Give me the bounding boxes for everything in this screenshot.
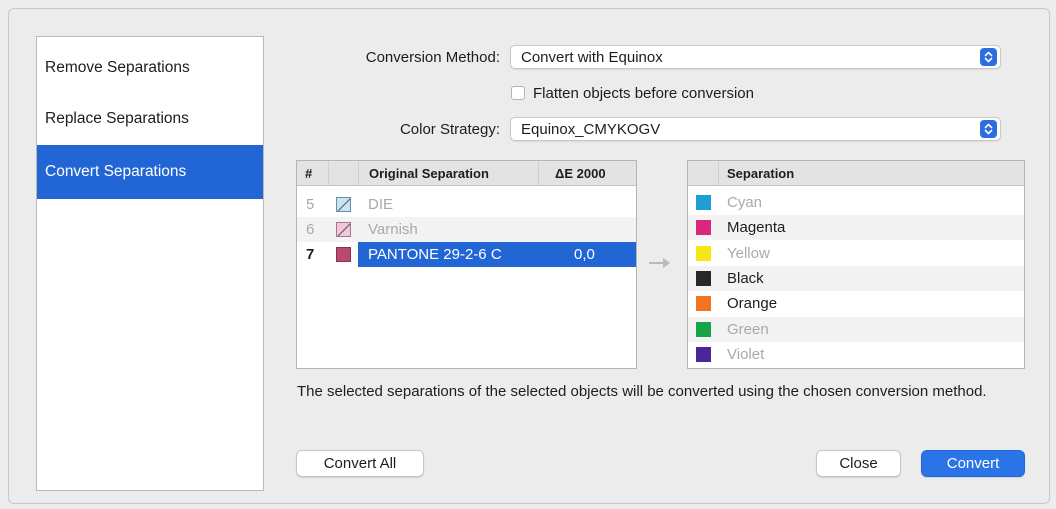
separation-name: Magenta [727,219,786,237]
color-swatch [696,321,711,337]
color-swatch [336,197,351,212]
list-item[interactable]: Magenta [688,215,1024,241]
list-item[interactable]: Violet [688,342,1024,367]
separation-name: DIE [368,196,394,213]
table-row-selected[interactable]: 7 PANTONE 29-2-6 C 0,0 [297,242,636,267]
row-number: 6 [306,221,315,238]
color-swatch [696,296,711,312]
column-header-separation[interactable]: Separation [718,161,1024,185]
column-header-original-separation[interactable]: Original Separation [358,161,538,185]
close-button[interactable]: Close [816,450,901,477]
sidebar-item-convert-separations[interactable]: Convert Separations [37,145,263,199]
flatten-checkbox[interactable] [511,86,525,100]
color-swatch [696,195,711,210]
list-item[interactable]: Green [688,316,1024,342]
separation-name: Black [727,269,764,287]
table-header: # Original Separation ΔE 2000 [297,161,636,186]
separation-name: Yellow [727,244,770,262]
color-swatch [696,220,711,236]
description-text: The selected separations of the selected… [297,383,987,400]
color-swatch [336,247,351,262]
sidebar: Remove Separations Replace Separations C… [36,36,264,491]
column-header-swatch[interactable] [328,161,358,185]
delta-e-value: 0,0 [574,246,595,263]
color-swatch [696,346,711,362]
right-arrow-icon [648,256,672,270]
color-strategy-popup[interactable]: Equinox_CMYKOGV [510,117,1001,141]
column-header-number[interactable]: # [305,161,312,185]
list-item[interactable]: Cyan [688,190,1024,215]
column-header-delta-e[interactable]: ΔE 2000 [538,161,636,185]
table-header: Separation [688,161,1024,186]
sidebar-item-label: Remove Separations [45,59,190,76]
separation-name: Green [727,320,769,338]
separation-name: Varnish [368,221,418,238]
separation-name: Violet [727,345,765,363]
color-strategy-label: Color Strategy: [399,121,500,138]
up-down-chevron-icon [980,120,997,138]
color-strategy-value: Equinox_CMYKOGV [521,120,661,138]
row-number: 5 [306,196,315,213]
original-separations-table: # Original Separation ΔE 2000 5 DIE 6 Va… [296,160,637,369]
row-number: 7 [306,246,315,263]
conversion-method-label: Conversion Method: [365,49,500,66]
table-row[interactable]: 6 Varnish [297,217,636,242]
sidebar-item-replace-separations[interactable]: Replace Separations [37,92,263,146]
separation-name: PANTONE 29-2-6 C [368,246,502,263]
sidebar-item-label: Convert Separations [45,163,187,180]
conversion-method-value: Convert with Equinox [521,48,663,66]
color-swatch [336,222,351,237]
conversion-method-popup[interactable]: Convert with Equinox [510,45,1001,69]
sidebar-item-label: Replace Separations [45,110,189,127]
list-item[interactable]: Black [688,265,1024,291]
column-header-swatch[interactable] [688,161,718,185]
convert-all-button[interactable]: Convert All [296,450,424,477]
table-row[interactable]: 5 DIE [297,192,636,217]
list-item[interactable]: Yellow [688,241,1024,266]
flatten-label: Flatten objects before conversion [533,85,754,102]
list-item[interactable]: Orange [688,291,1024,316]
color-swatch [696,245,711,261]
color-swatch [696,270,711,286]
up-down-chevron-icon [980,48,997,66]
sidebar-item-remove-separations[interactable]: Remove Separations [37,41,263,95]
separation-name: Orange [727,295,778,313]
convert-button[interactable]: Convert [921,450,1025,477]
separation-name: Cyan [727,194,763,211]
